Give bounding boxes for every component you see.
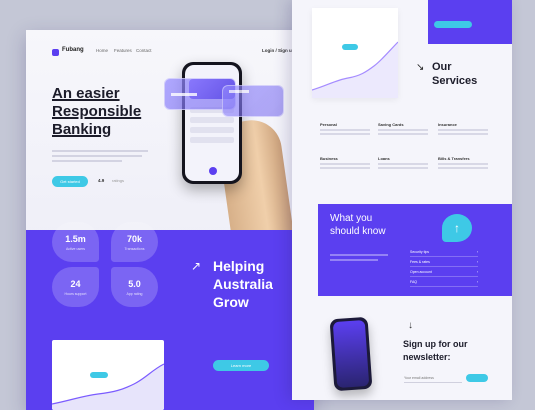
stat-label: Transactions xyxy=(124,246,145,251)
helping-title-line: Helping xyxy=(213,258,265,274)
know-item-label: FAQ xyxy=(410,280,418,284)
know-title-line: should know xyxy=(330,226,386,237)
nav-link-home[interactable]: Home xyxy=(96,48,108,53)
stat-app-rating: 5.0 App rating xyxy=(111,267,158,307)
services-title-line: Our xyxy=(432,61,452,73)
brand-name[interactable]: Fubang xyxy=(62,47,84,53)
chart-tooltip-badge xyxy=(342,44,358,50)
phone-list-row xyxy=(190,127,234,133)
service-item[interactable]: Loans xyxy=(378,156,433,171)
stat-value: 24 xyxy=(70,278,81,289)
chevron-right-icon: › xyxy=(476,260,478,264)
phone-list-row xyxy=(190,137,234,143)
newsletter-title-line: newsletter: xyxy=(403,352,451,362)
analytics-preview-card xyxy=(312,8,398,98)
nav-link-contact[interactable]: Contact xyxy=(136,48,152,53)
helping-title: Helping Australia Grow xyxy=(213,257,303,311)
floating-card-back xyxy=(222,85,284,117)
helping-title-line: Australia xyxy=(213,276,273,292)
know-list-item[interactable]: Fees & rates › xyxy=(410,260,478,267)
stat-transactions: 70k Transactions xyxy=(111,222,158,262)
stat-active-users: 1.5m Active users xyxy=(52,222,99,262)
helping-title-line: Grow xyxy=(213,294,249,310)
stat-label: Hours support xyxy=(64,291,87,296)
arrow-down-icon: ↓ xyxy=(408,320,413,331)
login-link[interactable]: Login / Sign up xyxy=(262,48,295,53)
get-started-button[interactable]: Get started xyxy=(52,176,88,187)
service-name: Saving Cards xyxy=(378,122,404,127)
stat-value: 5.0 xyxy=(128,278,141,289)
phone-action-button xyxy=(209,167,217,175)
phone-list-row xyxy=(190,117,234,123)
service-name: Personal xyxy=(320,122,337,127)
service-name: Insurance xyxy=(438,122,457,127)
landing-page-right: ↘ Our Services Personal Saving Cards Ins… xyxy=(292,0,512,400)
know-item-label: Open account xyxy=(410,270,432,274)
service-name: Loans xyxy=(378,156,390,161)
learn-more-button[interactable]: Learn more xyxy=(213,360,269,371)
service-name: Business xyxy=(320,156,338,161)
stat-support-hours: 24 Hours support xyxy=(52,267,99,307)
nav-link-features[interactable]: Features xyxy=(114,48,132,53)
know-list-item[interactable]: Open account › xyxy=(410,270,478,277)
hero-title-line-2: Responsible xyxy=(52,103,142,120)
service-item[interactable]: Insurance xyxy=(438,122,493,137)
growth-chart-icon xyxy=(52,363,164,410)
arrow-up-icon: ↑ xyxy=(442,214,472,242)
rating-value: 4.9 xyxy=(98,178,105,183)
know-title-line: What you xyxy=(330,213,373,224)
service-item[interactable]: Saving Cards xyxy=(378,122,433,137)
know-item-label: Security tips xyxy=(410,250,430,254)
know-text-line xyxy=(330,254,388,256)
phone-mockup xyxy=(329,316,373,392)
rating-label: ratings xyxy=(112,178,125,183)
newsletter-submit-button[interactable] xyxy=(466,374,488,382)
service-name: Bills & Transfers xyxy=(438,156,470,161)
services-title-line: Services xyxy=(432,75,478,87)
chevron-right-icon: › xyxy=(476,280,478,284)
know-title: What you should know xyxy=(330,212,420,238)
service-item[interactable]: Personal xyxy=(320,122,375,137)
know-list-item[interactable]: FAQ › xyxy=(410,280,478,287)
hero-title: An easier Responsible Banking xyxy=(52,85,172,139)
services-title: Our Services xyxy=(432,60,512,88)
hero-title-line-3: Banking xyxy=(52,121,112,138)
stat-label: App rating xyxy=(126,291,143,296)
chevron-right-icon: › xyxy=(476,270,478,274)
know-list-item[interactable]: Security tips › xyxy=(410,250,478,257)
know-item-label: Fees & rates xyxy=(410,260,430,264)
phone-screen xyxy=(332,319,370,389)
stat-value: 1.5m xyxy=(65,233,86,244)
landing-page-left: Fubang Home Features Contact Login / Sig… xyxy=(26,30,314,410)
know-text-line xyxy=(330,259,378,261)
top-cta-button[interactable] xyxy=(434,21,472,28)
service-item[interactable]: Business xyxy=(320,156,375,171)
newsletter-title: Sign up for our newsletter: xyxy=(403,338,493,364)
service-item[interactable]: Bills & Transfers xyxy=(438,156,493,171)
stat-label: Active users xyxy=(65,246,86,251)
arrow-up-right-icon: ↗ xyxy=(191,259,202,273)
arrow-down-right-icon: ↘ xyxy=(416,62,425,73)
newsletter-title-line: Sign up for our xyxy=(403,339,468,349)
newsletter-email-input[interactable] xyxy=(404,374,462,383)
hero-title-line-1: An easier xyxy=(52,85,120,102)
chevron-right-icon: › xyxy=(476,250,478,254)
brand-logo-icon xyxy=(52,49,59,56)
hero-description-placeholder xyxy=(52,150,148,162)
stat-value: 70k xyxy=(126,233,143,244)
